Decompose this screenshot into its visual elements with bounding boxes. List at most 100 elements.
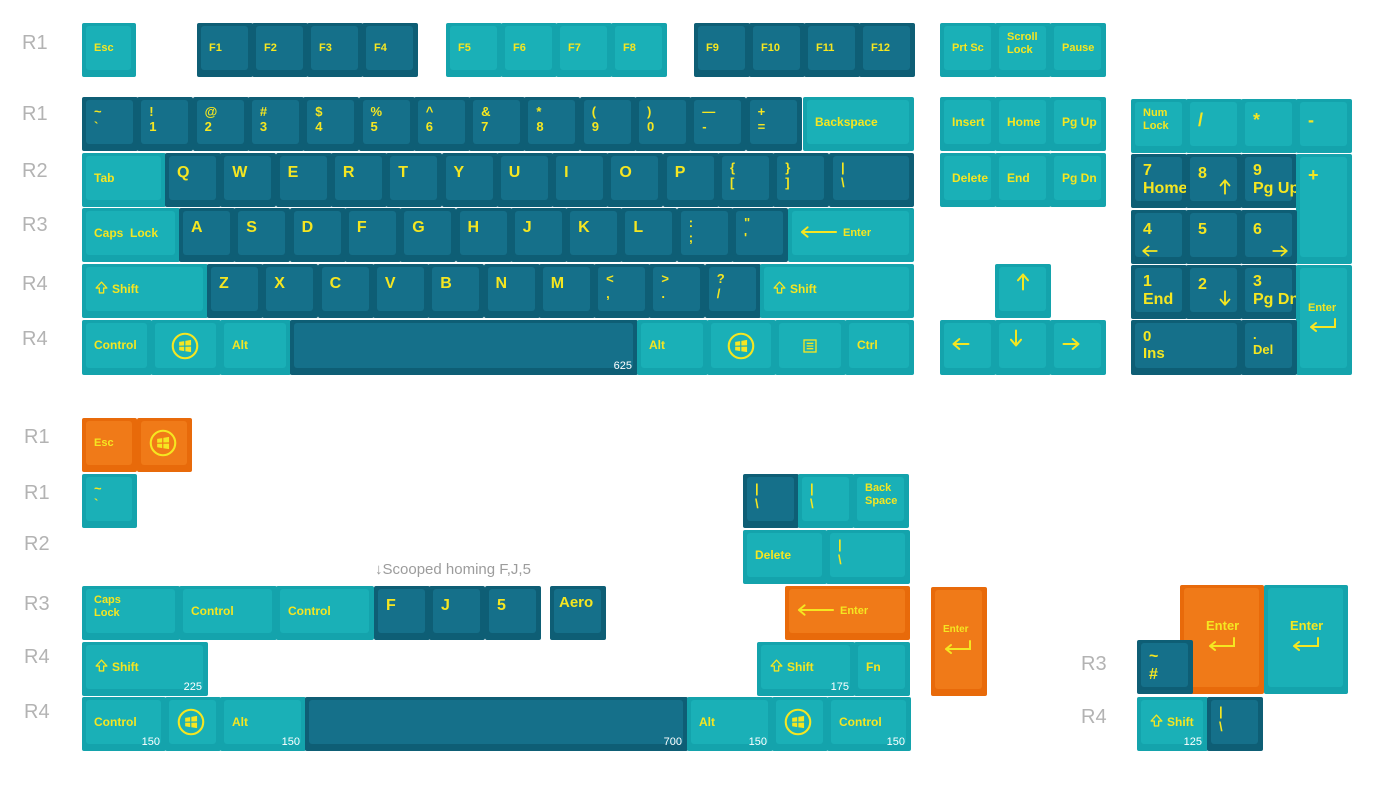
key-ctrl[interactable]: Ctrl [845,320,914,375]
key-shift[interactable]: Shift 175 [757,642,855,696]
key-f7[interactable]: F7 [556,23,612,77]
key-symbol[interactable]: ~ ` [82,474,137,528]
key-symbol[interactable]: " ' [732,208,788,262]
key-control[interactable]: Control 150 [827,697,911,751]
key-o[interactable]: O [607,153,664,207]
key-2[interactable]: 2 [1186,265,1242,319]
key-symbol[interactable]: — - [690,97,747,151]
key-symbol[interactable]: : ; [676,208,733,262]
key-alt[interactable]: Alt [637,320,708,375]
key-7-home[interactable]: 7 Home [1131,154,1187,208]
key-pg-dn[interactable]: Pg Dn [1050,153,1106,207]
key-back-space[interactable]: Back Space [853,474,909,528]
key-blank[interactable] [775,320,846,375]
key-b[interactable]: B [428,264,485,318]
key-enter[interactable]: Enter [785,586,910,640]
key-esc[interactable]: Esc [82,23,136,77]
key-symbol[interactable]: | \ [829,153,914,207]
key-t[interactable]: T [386,153,443,207]
key-alt[interactable]: Alt 150 [687,697,773,751]
key-0[interactable]: ) 0 [635,97,691,151]
key-delete[interactable]: Delete [743,530,827,584]
key-symbol[interactable]: ? / [704,264,761,318]
key-1[interactable]: ! 1 [137,97,194,151]
key-blank[interactable] [940,320,996,375]
key-f8[interactable]: F8 [611,23,667,77]
key-q[interactable]: Q [165,153,221,207]
key-7[interactable]: & 7 [469,97,526,151]
key-symbol[interactable]: + = [745,97,802,151]
key-f5[interactable]: F5 [446,23,502,77]
key-5[interactable]: 5 [485,586,541,640]
key-shift[interactable]: Shift [82,264,208,318]
key-symbol[interactable]: { [ [718,153,774,207]
key-blank[interactable] [995,264,1051,318]
key-a[interactable]: A [179,208,235,262]
key-l[interactable]: L [621,208,678,262]
key-enter[interactable]: Enter [931,587,987,696]
key-control[interactable]: Control [179,586,277,640]
key-f6[interactable]: F6 [501,23,557,77]
key-blank[interactable] [165,697,221,751]
key-symbol[interactable]: - [1296,99,1352,153]
key-4[interactable]: $ 4 [303,97,360,151]
key-control[interactable]: Control [82,320,152,375]
key-esc[interactable]: Esc [82,418,137,472]
key-symbol[interactable]: > . [649,264,706,318]
key-symbol[interactable]: ~ ` [82,97,138,151]
key-symbol[interactable]: } ] [773,153,830,207]
key-blank[interactable] [772,697,828,751]
key-s[interactable]: S [234,208,291,262]
key-symbol[interactable]: | \ [826,530,910,584]
key-f3[interactable]: F3 [307,23,363,77]
key-m[interactable]: M [538,264,595,318]
key-6[interactable]: ^ 6 [413,97,470,151]
key-k[interactable]: K [566,208,623,262]
key-fn[interactable]: Fn [854,642,910,696]
key-blank[interactable]: 625 [290,320,638,375]
key-blank[interactable] [137,418,192,472]
key-g[interactable]: G [400,208,457,262]
key-blank[interactable] [707,320,776,375]
key-end[interactable]: End [995,153,1051,207]
key-x[interactable]: X [262,264,319,318]
key-symbol[interactable]: | \ [1207,697,1263,751]
key-f12[interactable]: F12 [859,23,915,77]
key-j[interactable]: J [429,586,485,640]
key-enter[interactable]: Enter [1264,585,1348,694]
key-control[interactable]: Control 150 [82,697,166,751]
key-del[interactable]: . Del [1241,320,1297,375]
key-pause[interactable]: Pause [1050,23,1106,77]
key-z[interactable]: Z [207,264,263,318]
key-j[interactable]: J [510,208,567,262]
key-6[interactable]: 6 [1241,210,1297,264]
key-y[interactable]: Y [441,153,498,207]
key-w[interactable]: W [220,153,277,207]
key-9-pg-up[interactable]: 9 Pg Up [1241,154,1297,208]
key-backspace[interactable]: Backspace [803,97,914,151]
key-blank[interactable] [151,320,221,375]
key-e[interactable]: E [275,153,332,207]
key-shift[interactable]: Shift [760,264,914,318]
key-8[interactable]: 8 [1186,154,1242,208]
key-f[interactable]: F [344,208,401,262]
key-4[interactable]: 4 [1131,210,1187,264]
key-f[interactable]: F [374,586,430,640]
key-shift[interactable]: Shift 225 [82,642,208,696]
key-2[interactable]: @ 2 [192,97,249,151]
key-alt[interactable]: Alt 150 [220,697,306,751]
key-i[interactable]: I [552,153,609,207]
key-blank[interactable]: 700 [305,697,688,751]
key-f1[interactable]: F1 [197,23,253,77]
key-symbol[interactable]: ~ # [1137,640,1193,694]
key-f10[interactable]: F10 [749,23,805,77]
key-d[interactable]: D [289,208,346,262]
key-enter[interactable]: Enter [788,208,914,262]
key-pg-up[interactable]: Pg Up [1050,97,1106,151]
key-0-ins[interactable]: 0 Ins [1131,320,1242,375]
key-5[interactable]: 5 [1186,210,1242,264]
key-v[interactable]: V [372,264,429,318]
key-n[interactable]: N [483,264,540,318]
key-alt[interactable]: Alt [220,320,291,375]
key-9[interactable]: ( 9 [579,97,636,151]
